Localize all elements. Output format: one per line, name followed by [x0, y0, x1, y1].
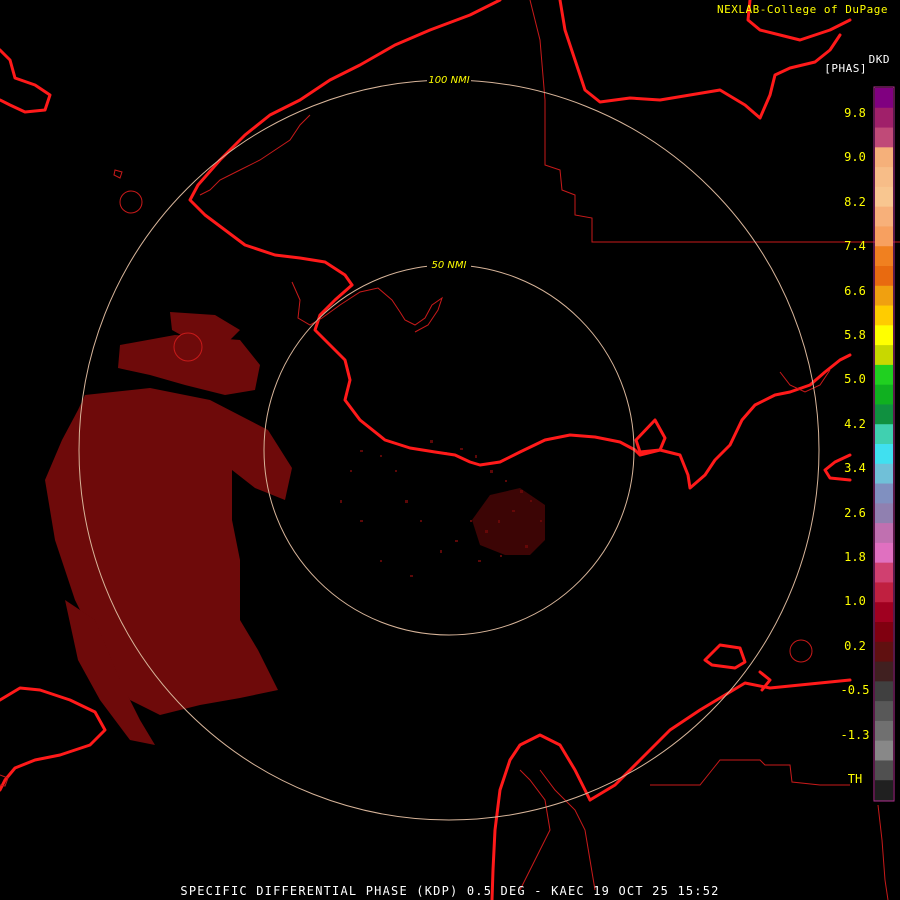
legend-swatch [875, 404, 893, 425]
legend-swatch [875, 661, 893, 682]
legend-tick-label: 5.8 [844, 328, 866, 342]
legend-tick-label: 9.0 [844, 150, 866, 165]
legend-swatch [875, 206, 893, 227]
legend-tick-label: 4.2 [844, 416, 866, 431]
legend-tick-label: -0.5 [840, 683, 870, 698]
legend-swatch [875, 266, 893, 287]
legend-swatch [875, 562, 893, 583]
legend-tick-label: 5.0 [844, 372, 866, 387]
legend-swatch [875, 345, 893, 366]
legend-swatch [875, 88, 893, 109]
legend-swatch [875, 107, 893, 129]
legend-swatch [875, 760, 893, 781]
product-caption: SPECIFIC DIFFERENTIAL PHASE (KDP) 0.5 DE… [180, 884, 720, 898]
legend-swatch [875, 740, 893, 761]
legend-tick-label: TH [847, 772, 863, 786]
legend-swatch [875, 463, 893, 485]
legend-tick-label: 7.4 [844, 239, 866, 254]
legend-swatch [875, 364, 893, 386]
legend-swatch [875, 503, 893, 524]
legend-tick-label: 2.6 [844, 505, 866, 520]
range-ring-label: 50 NMI [432, 260, 467, 271]
legend-swatch [875, 167, 893, 188]
credit-label: NEXLAB-College of DuPage [717, 3, 888, 16]
legend-swatch [875, 384, 893, 405]
legend-swatch [875, 147, 893, 168]
legend-tick-label: 1.0 [844, 594, 866, 609]
color-legend [873, 86, 895, 802]
legend-swatch [875, 602, 893, 623]
range-ring-label: 100 NMI [428, 75, 469, 86]
legend-swatch [875, 542, 893, 564]
legend-swatch [875, 285, 893, 307]
legend-swatch [875, 127, 893, 148]
product-code-label: DKD [868, 53, 890, 66]
legend-swatch [875, 701, 893, 722]
legend-swatch [875, 780, 893, 801]
legend-swatch [875, 424, 893, 445]
legend-tick-label: 0.2 [844, 638, 866, 653]
legend-swatch [875, 523, 893, 544]
legend-swatch [875, 226, 893, 247]
legend-swatch [875, 641, 893, 663]
legend-swatch [875, 444, 893, 465]
legend-swatch [875, 186, 893, 208]
legend-swatch [875, 325, 893, 346]
legend-tick-label: 1.8 [844, 550, 866, 564]
legend-swatch [875, 582, 893, 603]
legend-tick-label: -1.3 [840, 727, 870, 742]
radar-map: 50 NMI 100 NMI [0, 0, 900, 900]
legend-tick-label: 8.2 [844, 194, 866, 209]
legend-swatch [875, 305, 893, 326]
legend-swatch [875, 483, 893, 504]
legend-swatch [875, 720, 893, 742]
legend-swatch [875, 246, 893, 267]
legend-tick-label: 9.8 [844, 106, 866, 120]
legend-swatch [875, 622, 893, 643]
legend-swatch [875, 681, 893, 702]
legend-tick-label: 6.6 [844, 283, 866, 298]
product-unit-label: [PHAS] [824, 62, 867, 75]
legend-tick-label: 3.4 [844, 461, 866, 476]
